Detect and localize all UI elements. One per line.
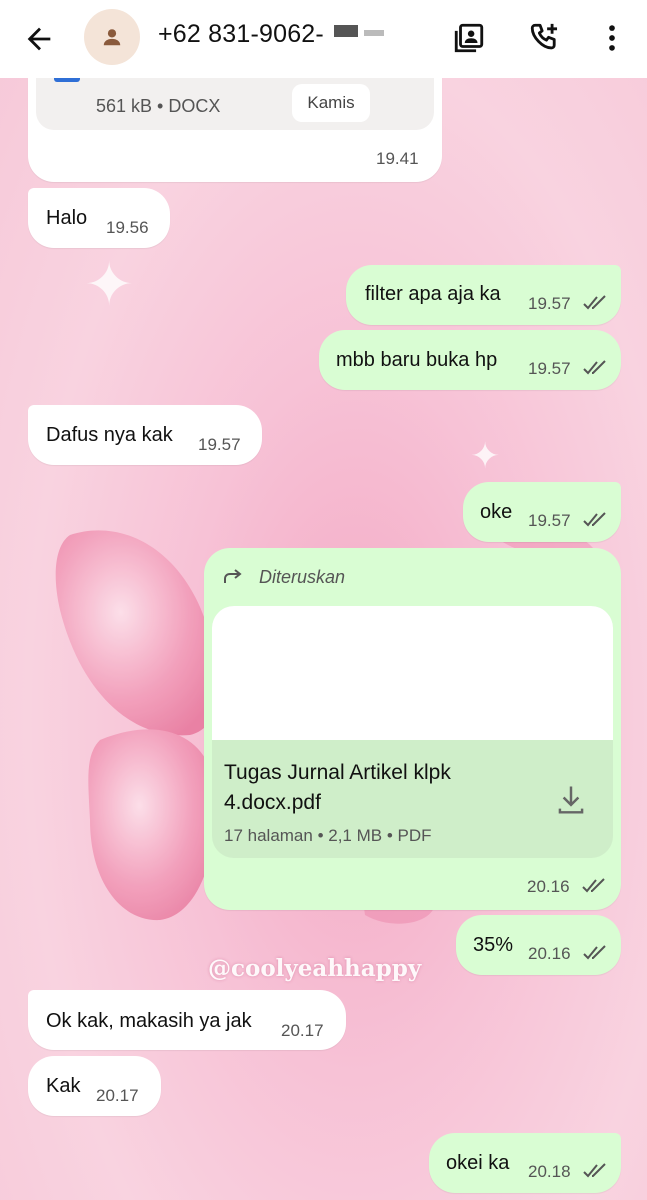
outgoing-message[interactable]: okei ka 20.18 <box>429 1133 621 1193</box>
message-text: mbb baru buka hp <box>336 349 498 371</box>
forward-icon <box>224 569 242 583</box>
message-text: 35% <box>473 934 514 956</box>
double-check-icon <box>583 512 606 527</box>
preview-image <box>212 606 613 740</box>
message-text: Halo <box>46 207 88 229</box>
file-name-line: 4.docx.pdf <box>224 791 321 814</box>
message-time: 20.17 <box>281 1021 324 1040</box>
double-check-icon <box>583 295 606 310</box>
message-time: 20.18 <box>528 1162 571 1181</box>
contact-title[interactable]: +62 831-9062- <box>158 20 384 49</box>
forwarded-label: Diteruskan <box>259 567 346 587</box>
double-check-icon <box>582 878 605 893</box>
message-time: 19.57 <box>528 294 571 313</box>
double-check-icon <box>583 945 606 960</box>
message-text: Ok kak, makasih ya jak <box>46 1010 252 1032</box>
message-time: 20.16 <box>527 877 570 896</box>
message-time: 19.57 <box>198 435 241 454</box>
document-preview[interactable]: Tugas Jurnal Artikel klpk 4.docx.pdf 17 … <box>212 606 613 858</box>
file-name: Tugas Jurnal Artikel klpk 4.docx.pdf <box>224 758 451 818</box>
contact-card-icon[interactable] <box>451 20 487 56</box>
more-vert-icon[interactable] <box>594 20 630 56</box>
watermark-text: @coolyeahhappy <box>208 955 422 982</box>
download-icon[interactable] <box>556 784 586 816</box>
redaction-mark <box>363 30 384 37</box>
outgoing-message[interactable]: 35% 20.16 <box>456 915 621 975</box>
sparkle-icon: ✦ <box>470 435 501 476</box>
outgoing-message[interactable]: oke 19.57 <box>463 482 621 542</box>
file-meta: 17 halaman • 2,1 MB • PDF <box>224 826 432 845</box>
file-name-line: Tugas Jurnal Artikel klpk <box>224 761 451 784</box>
message-text: filter apa aja ka <box>365 283 501 305</box>
message-time: 20.17 <box>96 1086 139 1105</box>
message-time: 19.57 <box>528 359 571 378</box>
forwarded-document-message[interactable]: Diteruskan Tugas Jurnal Artikel klpk 4.d… <box>204 548 621 910</box>
avatar[interactable] <box>84 9 140 65</box>
chat-header: +62 831-9062- <box>0 0 647 78</box>
double-check-icon <box>583 1163 606 1178</box>
open-date-button[interactable]: Kamis <box>292 84 370 122</box>
message-time: 19.56 <box>106 218 149 237</box>
arrow-left-icon[interactable] <box>22 22 56 56</box>
incoming-message[interactable]: Dafus nya kak 19.57 <box>28 405 262 465</box>
sparkle-icon: ✦ <box>84 251 135 318</box>
message-time: 19.41 <box>376 149 419 168</box>
person-icon <box>103 29 121 46</box>
incoming-message[interactable]: Halo 19.56 <box>28 188 170 248</box>
outgoing-message[interactable]: filter apa aja ka 19.57 <box>346 265 621 325</box>
double-check-icon <box>583 360 606 375</box>
redaction-mark <box>333 25 358 38</box>
outgoing-message[interactable]: mbb baru buka hp 19.57 <box>319 330 621 390</box>
incoming-message[interactable]: Kak 20.17 <box>28 1056 161 1116</box>
add-call-icon[interactable] <box>527 20 563 56</box>
message-text: okei ka <box>446 1152 510 1174</box>
message-text: Dafus nya kak <box>46 424 173 446</box>
message-time: 20.16 <box>528 944 571 963</box>
file-meta: 561 kB • DOCX <box>96 96 221 116</box>
message-text: Kak <box>46 1075 81 1097</box>
message-text: oke <box>480 501 513 523</box>
incoming-message[interactable]: Ok kak, makasih ya jak 20.17 <box>28 990 346 1050</box>
contact-number: +62 831-9062- <box>158 20 324 48</box>
message-time: 19.57 <box>528 511 571 530</box>
